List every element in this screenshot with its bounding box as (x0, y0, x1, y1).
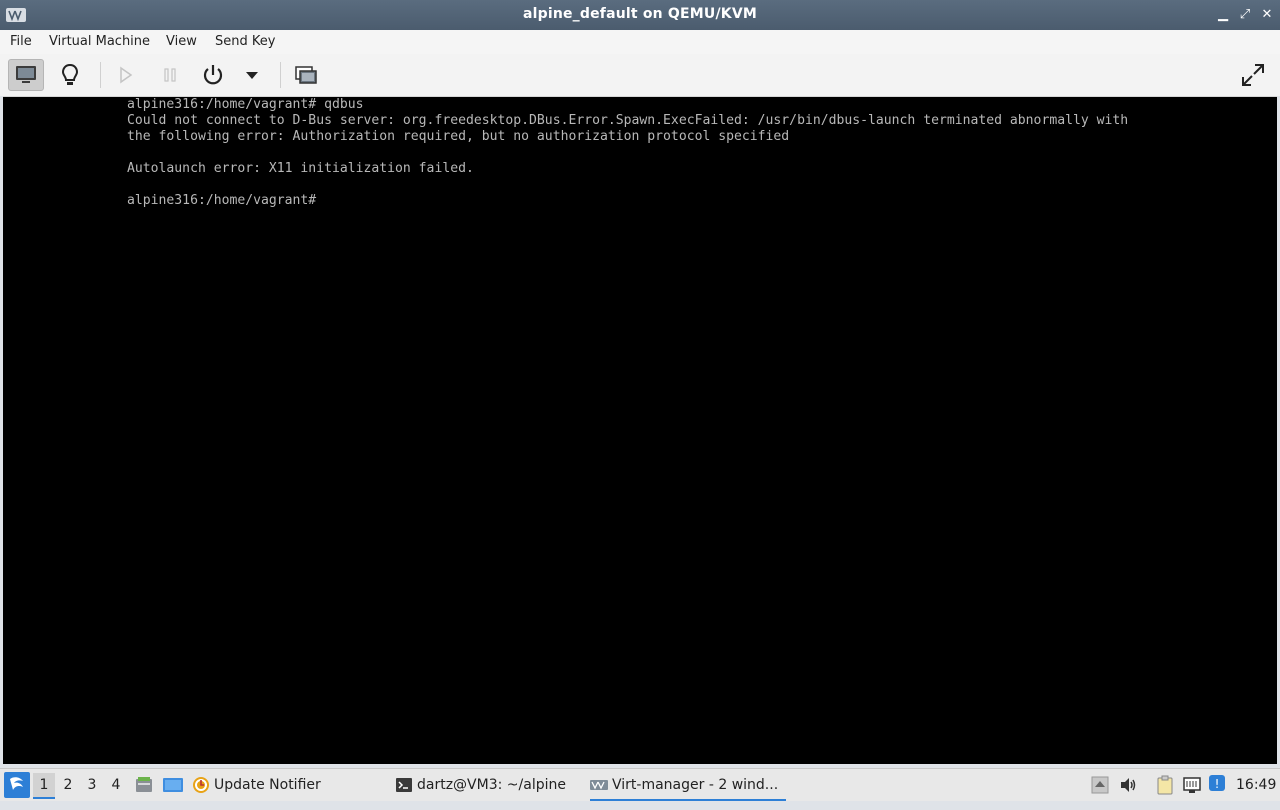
clipboard-icon (1157, 775, 1173, 795)
shutdown-menu-button[interactable] (234, 59, 270, 91)
window-title: alpine_default on QEMU/KVM (522, 6, 758, 22)
toolbar (0, 54, 1280, 97)
pause-button[interactable] (152, 59, 188, 91)
console-prompt: alpine316:/home/vagrant# (127, 193, 317, 208)
task-update-notifier[interactable]: Update Notifier (192, 771, 382, 799)
lightbulb-icon (61, 63, 79, 85)
menu-bar: File Virtual Machine View Send Key (0, 30, 1280, 55)
tray-show-hidden[interactable] (1090, 775, 1110, 795)
console-line: alpine316:/home/vagrant# qdbus (127, 97, 364, 112)
info-icon: ! (1209, 775, 1225, 791)
fullscreen-button[interactable] (1235, 59, 1271, 91)
task-label: dartz@VM3: ~/alpine (417, 777, 566, 793)
show-desktop-launcher[interactable] (162, 775, 184, 795)
console-line: the following error: Authorization requi… (127, 129, 790, 144)
start-menu-button[interactable] (4, 772, 30, 798)
console-button[interactable] (8, 59, 44, 91)
task-label: Update Notifier (214, 777, 321, 793)
tray-info[interactable]: ! (1207, 773, 1227, 793)
toolbar-separator (100, 62, 101, 88)
vm-console-display[interactable]: alpine316:/home/vagrant# qdbus Could not… (3, 97, 1277, 764)
shutdown-button[interactable] (195, 59, 231, 91)
workspace-2[interactable]: 2 (57, 773, 79, 797)
details-button[interactable] (52, 59, 88, 91)
menu-view[interactable]: View (166, 34, 197, 49)
menu-virtual-machine[interactable]: Virtual Machine (49, 34, 150, 49)
terminal-icon (396, 778, 412, 792)
workspace-4[interactable]: 4 (105, 773, 127, 797)
file-manager-launcher[interactable] (134, 775, 154, 795)
minimize-button[interactable]: ▁ (1214, 6, 1232, 24)
snapshots-icon (295, 66, 317, 84)
maximize-button[interactable]: ⤢ (1236, 6, 1254, 24)
console-icon (16, 66, 36, 83)
play-icon (120, 66, 133, 84)
lxqt-logo-icon (10, 777, 23, 790)
snapshots-button[interactable] (288, 59, 324, 91)
task-virt-manager[interactable]: Virt-manager - 2 wind... (590, 771, 786, 801)
tray-clipboard[interactable] (1155, 775, 1175, 795)
file-manager-icon (136, 777, 152, 792)
menu-file[interactable]: File (10, 34, 32, 49)
console-output: alpine316:/home/vagrant# qdbus Could not… (127, 97, 1128, 209)
console-line: Autolaunch error: X11 initialization fai… (127, 161, 474, 176)
window-titlebar[interactable]: alpine_default on QEMU/KVM ▁ ⤢ ✕ (0, 0, 1280, 30)
task-terminal[interactable]: dartz@VM3: ~/alpine (395, 771, 585, 799)
virt-manager-icon (590, 780, 608, 790)
tray-arrow-up-icon (1091, 776, 1109, 794)
power-icon (203, 65, 223, 85)
tray-volume[interactable] (1118, 775, 1138, 795)
tray-network[interactable] (1182, 775, 1202, 795)
task-label: Virt-manager - 2 wind... (612, 777, 779, 793)
workspace-3[interactable]: 3 (81, 773, 103, 797)
svg-text:!: ! (1215, 777, 1220, 791)
taskbar-clock[interactable]: 16:49 (1236, 769, 1276, 801)
pause-icon (164, 68, 176, 82)
close-button[interactable]: ✕ (1258, 6, 1276, 24)
speaker-icon (1121, 778, 1136, 792)
taskbar: 1 2 3 4 Update Notifier dartz@VM3: ~/alp… (0, 768, 1280, 801)
network-icon (1183, 777, 1201, 793)
dropdown-arrow-icon (246, 72, 258, 79)
menu-send-key[interactable]: Send Key (215, 34, 275, 49)
toolbar-separator (280, 62, 281, 88)
update-notifier-icon (193, 777, 209, 793)
console-line: Could not connect to D-Bus server: org.f… (127, 113, 1129, 128)
desktop-icon (163, 778, 183, 792)
run-button[interactable] (108, 59, 144, 91)
workspace-1[interactable]: 1 (33, 773, 55, 799)
fullscreen-icon (1242, 64, 1264, 86)
